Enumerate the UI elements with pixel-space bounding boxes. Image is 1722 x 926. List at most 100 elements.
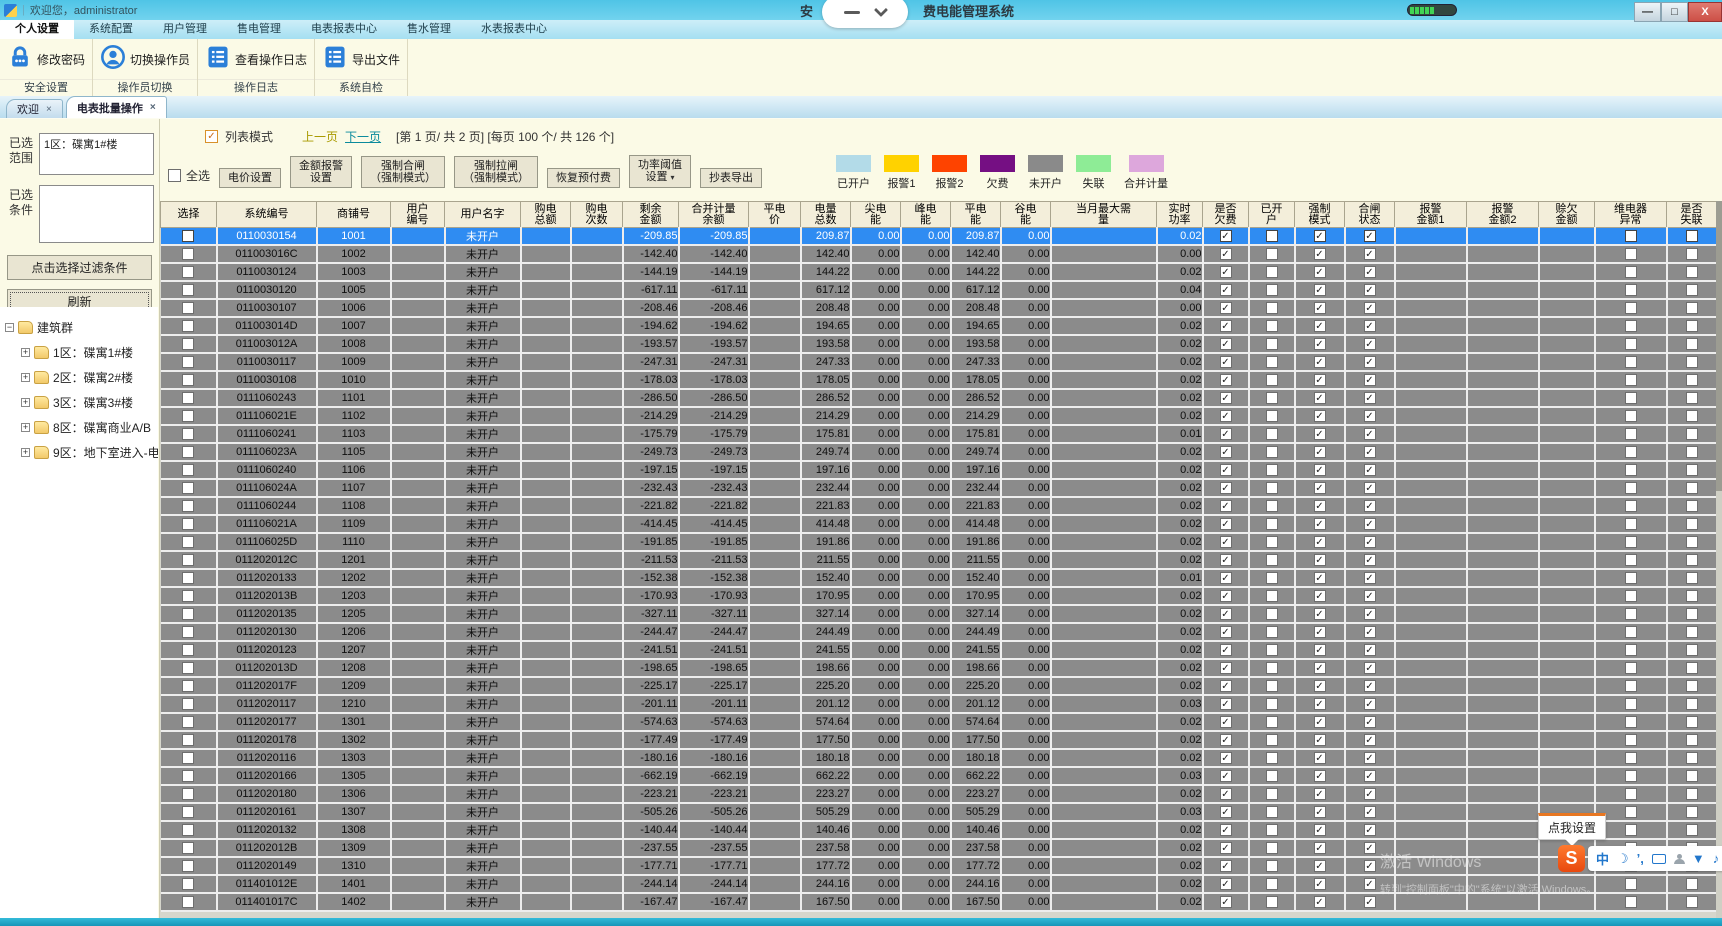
row-checkbox[interactable] [1685, 734, 1698, 747]
row-checkbox[interactable] [1219, 266, 1232, 279]
row-checkbox[interactable] [1363, 842, 1376, 855]
row-checkbox[interactable] [1219, 680, 1232, 693]
row-checkbox[interactable] [1219, 572, 1232, 585]
row-checkbox[interactable] [182, 230, 194, 243]
row-checkbox[interactable] [182, 536, 194, 549]
row-checkbox[interactable] [1624, 896, 1637, 909]
table-row[interactable]: 0112020135 1205 未开户 -327.11 -327.11 327.14 0.0… [160, 605, 1716, 625]
row-checkbox[interactable] [1313, 482, 1326, 495]
row-checkbox[interactable] [1265, 284, 1278, 297]
row-checkbox[interactable] [1265, 482, 1278, 495]
row-checkbox[interactable] [1624, 248, 1637, 261]
table-row[interactable]: 011106021A 1109 未开户 -414.45 -414.45 414.48 0.0… [160, 515, 1716, 535]
row-checkbox[interactable] [1265, 752, 1278, 765]
row-checkbox[interactable] [1219, 446, 1232, 459]
row-checkbox[interactable] [1313, 896, 1326, 909]
ribbon-button[interactable]: 查看操作日志 [198, 39, 314, 79]
row-checkbox[interactable] [1265, 860, 1278, 873]
row-checkbox[interactable] [1685, 788, 1698, 801]
row-checkbox[interactable] [182, 464, 194, 477]
row-checkbox[interactable] [1363, 734, 1376, 747]
row-checkbox[interactable] [1624, 320, 1637, 333]
row-checkbox[interactable] [1265, 770, 1278, 783]
row-checkbox[interactable] [1685, 698, 1698, 711]
select-all-checkbox[interactable] [168, 169, 181, 182]
vertical-scrollbar[interactable] [1716, 201, 1722, 918]
column-header[interactable]: 强制 模式 [1294, 201, 1345, 228]
action-button[interactable]: 金额报警 设置 [290, 156, 353, 188]
row-checkbox[interactable] [1363, 716, 1376, 729]
document-tab[interactable]: 欢迎 × [6, 99, 63, 118]
column-header[interactable]: 合并计量 余额 [678, 201, 749, 228]
row-checkbox[interactable] [1624, 878, 1637, 891]
row-checkbox[interactable] [1265, 788, 1278, 801]
table-row[interactable]: 011003012A 1008 未开户 -193.57 -193.57 193.58 0.0… [160, 335, 1716, 355]
row-checkbox[interactable] [1219, 482, 1232, 495]
row-checkbox[interactable] [1219, 464, 1232, 477]
row-checkbox[interactable] [1624, 752, 1637, 765]
row-checkbox[interactable] [1265, 230, 1278, 243]
row-checkbox[interactable] [1313, 734, 1326, 747]
ime-lang-icon[interactable]: 中 [1596, 849, 1609, 868]
row-checkbox[interactable] [1313, 644, 1326, 657]
row-checkbox[interactable] [1219, 302, 1232, 315]
row-checkbox[interactable] [1219, 248, 1232, 261]
row-checkbox[interactable] [1363, 464, 1376, 477]
expand-icon[interactable]: + [21, 423, 30, 432]
row-checkbox[interactable] [182, 824, 194, 837]
menu-tab[interactable]: 售水管理 [392, 18, 466, 39]
row-checkbox[interactable] [1313, 680, 1326, 693]
row-checkbox[interactable] [1624, 662, 1637, 675]
row-checkbox[interactable] [182, 482, 194, 495]
column-header[interactable]: 商铺号 [316, 201, 391, 228]
row-checkbox[interactable] [1624, 482, 1637, 495]
row-checkbox[interactable] [182, 248, 194, 261]
ribbon-button[interactable]: 导出文件 [315, 39, 407, 79]
row-checkbox[interactable] [1219, 284, 1232, 297]
row-checkbox[interactable] [1219, 842, 1232, 855]
row-checkbox[interactable] [1363, 626, 1376, 639]
row-checkbox[interactable] [1313, 788, 1326, 801]
minimize-button[interactable]: — [1634, 2, 1661, 22]
row-checkbox[interactable] [1624, 644, 1637, 657]
row-checkbox[interactable] [1685, 266, 1698, 279]
column-header[interactable]: 选择 [160, 201, 217, 228]
list-mode-checkbox[interactable] [205, 129, 218, 143]
table-row[interactable]: 0112020166 1305 未开户 -662.19 -662.19 662.22 0.0… [160, 767, 1716, 787]
row-checkbox[interactable] [1363, 788, 1376, 801]
row-checkbox[interactable] [1685, 608, 1698, 621]
row-checkbox[interactable] [182, 302, 194, 315]
row-checkbox[interactable] [1313, 860, 1326, 873]
table-row[interactable]: 011106025D 1110 未开户 -191.85 -191.85 191.86 0.0… [160, 533, 1716, 553]
table-row[interactable]: 011401017C 1402 未开户 -167.47 -167.47 167.50 0.0… [160, 893, 1716, 913]
row-checkbox[interactable] [1624, 608, 1637, 621]
column-header[interactable]: 报警 金额2 [1466, 201, 1539, 228]
sogou-logo-icon[interactable]: S [1558, 845, 1585, 872]
column-header[interactable]: 平电 能 [950, 201, 1001, 228]
row-checkbox[interactable] [1685, 824, 1698, 837]
row-checkbox[interactable] [1363, 320, 1376, 333]
table-row[interactable]: 0112020116 1303 未开户 -180.16 -180.16 180.18 0.0… [160, 749, 1716, 769]
row-checkbox[interactable] [1624, 626, 1637, 639]
row-checkbox[interactable] [1219, 788, 1232, 801]
table-row[interactable]: 0112020130 1206 未开户 -244.47 -244.47 244.49 0.0… [160, 623, 1716, 643]
scrollbar-thumb[interactable] [1716, 201, 1722, 491]
row-checkbox[interactable] [1685, 554, 1698, 567]
row-checkbox[interactable] [1265, 320, 1278, 333]
row-checkbox[interactable] [1265, 716, 1278, 729]
row-checkbox[interactable] [1313, 392, 1326, 405]
row-checkbox[interactable] [1265, 608, 1278, 621]
row-checkbox[interactable] [1363, 644, 1376, 657]
prev-page-link[interactable]: 上一页 [302, 128, 338, 145]
row-checkbox[interactable] [1685, 500, 1698, 513]
row-checkbox[interactable] [182, 518, 194, 531]
column-header[interactable]: 谷电 能 [1000, 201, 1051, 228]
row-checkbox[interactable] [182, 392, 194, 405]
row-checkbox[interactable] [1685, 284, 1698, 297]
table-row[interactable]: 0112020117 1210 未开户 -201.11 -201.11 201.12 0.0… [160, 695, 1716, 715]
row-checkbox[interactable] [1624, 554, 1637, 567]
row-checkbox[interactable] [182, 284, 194, 297]
row-checkbox[interactable] [1363, 608, 1376, 621]
row-checkbox[interactable] [1624, 680, 1637, 693]
filter-select-button[interactable]: 点击选择过滤条件 [7, 255, 152, 280]
